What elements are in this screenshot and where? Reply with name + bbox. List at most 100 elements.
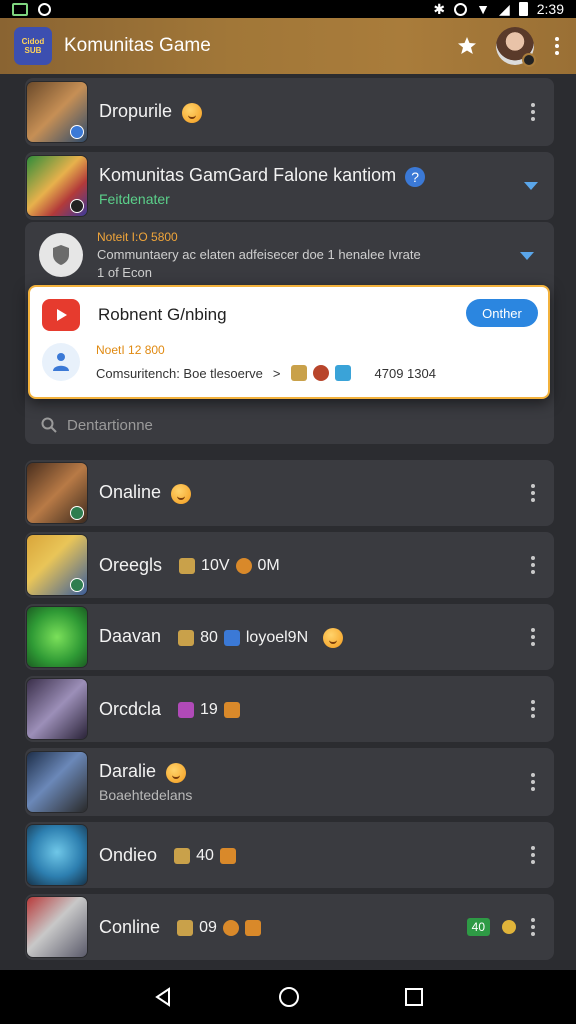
popup-line: Comsuritench: Boe tlesoerve <box>96 365 263 381</box>
list-item[interactable]: Komunitas GamGard Falone kantiom ? Feitd… <box>25 152 554 220</box>
avatar-status-dot <box>522 53 536 67</box>
item-title: Komunitas GamGard Falone kantiom <box>99 165 397 186</box>
item-stat: 40 <box>196 846 214 864</box>
list-item[interactable]: Daavan 80 loyoel9N <box>25 604 554 670</box>
game-thumbnail <box>27 607 87 667</box>
app-logo-text-top: Cidod <box>21 37 45 46</box>
item-title: Onaline <box>99 482 162 503</box>
trophy-icon <box>179 557 196 574</box>
item-stat: 19 <box>200 700 218 718</box>
item-stat: 10V <box>201 556 230 574</box>
profile-avatar[interactable] <box>496 27 536 67</box>
game-thumbnail <box>27 535 87 595</box>
item-title: Conline <box>99 916 161 937</box>
item-title: Ondieo <box>99 844 158 865</box>
emoji-icon <box>166 762 187 783</box>
coin-icon <box>235 557 252 574</box>
item-menu-icon[interactable] <box>528 484 538 502</box>
list-item[interactable]: Orcdcla 19 <box>25 676 554 742</box>
item-stat: 80 <box>200 628 218 646</box>
app-title: Komunitas Game <box>64 35 211 56</box>
item-menu-icon[interactable] <box>528 846 538 864</box>
gem-icon <box>178 701 195 718</box>
gem-icon <box>334 365 351 381</box>
game-thumbnail <box>27 897 87 957</box>
help-icon[interactable]: ? <box>405 166 426 187</box>
trophy-icon <box>178 629 195 646</box>
game-badge-icon <box>70 506 84 520</box>
back-icon[interactable] <box>152 986 174 1008</box>
game-thumbnail <box>27 825 87 885</box>
item-menu-icon[interactable] <box>528 700 538 718</box>
app-bar: Cidod SUB Komunitas Game <box>0 18 576 74</box>
wifi-icon: ▼ <box>476 1 490 17</box>
trophy-icon <box>174 847 191 864</box>
item-title: Orcdcla <box>99 698 162 719</box>
item-title: Oreegls <box>99 554 163 575</box>
list-item[interactable]: Dropurile <box>25 78 554 146</box>
item-title: Daralie <box>99 761 157 782</box>
location-icon <box>454 2 468 16</box>
user-icon <box>42 343 80 381</box>
status-bar: ✱ ▼ ◢ 2:39 <box>0 0 576 18</box>
search-icon <box>41 417 57 433</box>
notification-icon <box>12 2 28 16</box>
list-item[interactable]: Conline 09 40 <box>25 894 554 960</box>
item-menu-icon[interactable] <box>528 773 538 791</box>
popup-card: Robnent G/nbing Onther NoetI 12 800 Coms… <box>28 285 550 399</box>
item-stat-2: loyoel9N <box>245 628 309 646</box>
list-item[interactable]: Onaline <box>25 460 554 526</box>
coin-icon <box>222 919 239 936</box>
popup-count: 4709 1304 <box>374 365 436 381</box>
main-content: Dropurile Komunitas GamGard Falone kanti… <box>0 74 576 970</box>
item-title: Daavan <box>99 626 162 647</box>
emoji-icon <box>182 102 203 123</box>
battery-icon <box>518 2 528 16</box>
trophy-icon <box>177 919 194 936</box>
item-menu-icon[interactable] <box>528 918 538 936</box>
play-icon <box>42 299 80 331</box>
search-field[interactable]: Dentartionne <box>25 406 554 444</box>
expanded-meta: Noteit I:O 5800 <box>97 230 178 244</box>
item-menu-icon[interactable] <box>528 628 538 646</box>
app-logo: Cidod SUB <box>14 27 52 65</box>
follow-button[interactable]: Onther <box>466 299 538 327</box>
medal-icon <box>502 920 516 934</box>
list-item[interactable]: Ondieo 40 <box>25 822 554 888</box>
item-title: Dropurile <box>99 101 173 122</box>
collapse-chevron-icon[interactable] <box>520 252 534 260</box>
emoji-icon <box>323 627 344 648</box>
expanded-body-line2: 1 of Econ <box>97 265 152 280</box>
orb-icon <box>312 365 329 381</box>
chest-icon <box>219 847 236 864</box>
shield-icon <box>39 233 83 277</box>
item-menu-icon[interactable] <box>528 556 538 574</box>
game-thumbnail <box>27 82 87 142</box>
app-logo-text-bottom: SUB <box>24 46 42 55</box>
game-thumbnail <box>27 679 87 739</box>
expand-chevron-icon[interactable] <box>524 182 538 190</box>
home-icon[interactable] <box>278 986 300 1008</box>
star-icon <box>223 629 240 646</box>
status-time: 2:39 <box>536 1 564 17</box>
popup-title: Robnent G/nbing <box>98 305 227 324</box>
overflow-menu-icon[interactable] <box>552 37 562 55</box>
chest-icon <box>223 701 240 718</box>
list-item[interactable]: Oreegls 10V 0M <box>25 532 554 598</box>
item-stat-2: 0M <box>257 556 280 574</box>
game-thumbnail <box>27 156 87 216</box>
item-menu-icon[interactable] <box>528 103 538 121</box>
signal-icon: ◢ <box>498 0 510 17</box>
system-nav-bar <box>0 970 576 1024</box>
recents-icon[interactable] <box>404 987 424 1007</box>
game-badge-icon <box>70 578 84 592</box>
bluetooth-icon: ✱ <box>433 0 446 17</box>
sync-icon <box>38 2 51 16</box>
sword-icon <box>290 365 307 381</box>
list-item[interactable]: Daralie Boaehtedelans <box>25 748 554 816</box>
expanded-body: Communtaery ac elaten adfeisecer doe 1 h… <box>97 247 421 262</box>
online-count-badge: 40 <box>466 918 490 936</box>
badge-star-icon[interactable] <box>456 35 478 57</box>
item-stat: 09 <box>199 918 217 936</box>
item-subtitle: Boaehtedelans <box>99 786 193 803</box>
